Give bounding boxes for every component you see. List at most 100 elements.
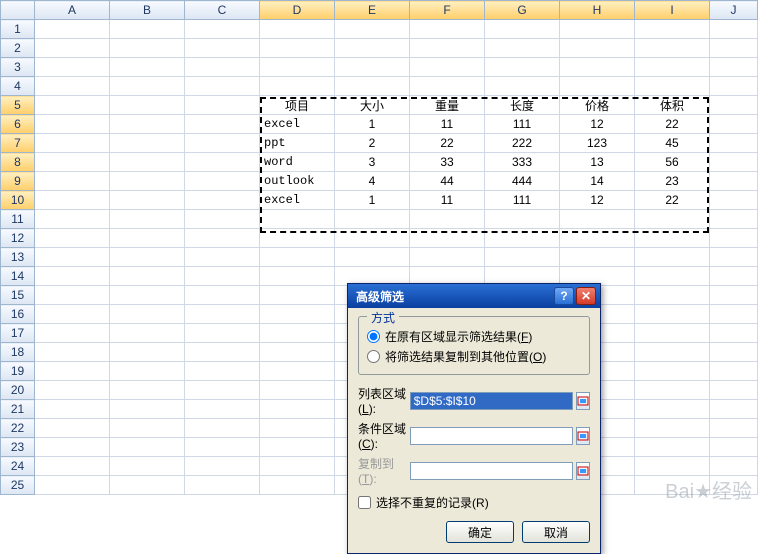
cell-C16[interactable] bbox=[185, 305, 260, 324]
cell-F7[interactable]: 22 bbox=[410, 134, 485, 153]
cell-I4[interactable] bbox=[635, 77, 710, 96]
cell-C10[interactable] bbox=[185, 191, 260, 210]
cell-B25[interactable] bbox=[110, 476, 185, 495]
cell-A23[interactable] bbox=[35, 438, 110, 457]
cell-D12[interactable] bbox=[260, 229, 335, 248]
cell-I8[interactable]: 56 bbox=[635, 153, 710, 172]
row-header-17[interactable]: 17 bbox=[1, 324, 35, 343]
cell-C5[interactable] bbox=[185, 96, 260, 115]
cell-B1[interactable] bbox=[110, 20, 185, 39]
cell-J8[interactable] bbox=[710, 153, 758, 172]
cell-D7[interactable]: ppt bbox=[260, 134, 335, 153]
unique-records-checkbox[interactable] bbox=[358, 496, 371, 509]
cell-C4[interactable] bbox=[185, 77, 260, 96]
cell-A24[interactable] bbox=[35, 457, 110, 476]
row-header-4[interactable]: 4 bbox=[1, 77, 35, 96]
row-header-16[interactable]: 16 bbox=[1, 305, 35, 324]
cell-A17[interactable] bbox=[35, 324, 110, 343]
cell-B19[interactable] bbox=[110, 362, 185, 381]
cell-D25[interactable] bbox=[260, 476, 335, 495]
cell-J6[interactable] bbox=[710, 115, 758, 134]
cell-C13[interactable] bbox=[185, 248, 260, 267]
cell-G11[interactable] bbox=[485, 210, 560, 229]
cell-C7[interactable] bbox=[185, 134, 260, 153]
cell-B24[interactable] bbox=[110, 457, 185, 476]
cell-I2[interactable] bbox=[635, 39, 710, 58]
cell-A8[interactable] bbox=[35, 153, 110, 172]
radio-filter-inplace[interactable]: 在原有区域显示筛选结果(F) bbox=[367, 328, 581, 345]
row-header-13[interactable]: 13 bbox=[1, 248, 35, 267]
cell-E13[interactable] bbox=[335, 248, 410, 267]
row-header-24[interactable]: 24 bbox=[1, 457, 35, 476]
cell-J25[interactable] bbox=[710, 476, 758, 495]
cell-B5[interactable] bbox=[110, 96, 185, 115]
cell-G8[interactable]: 333 bbox=[485, 153, 560, 172]
cell-E6[interactable]: 1 bbox=[335, 115, 410, 134]
radio-filter-inplace-input[interactable] bbox=[367, 330, 380, 343]
cell-A25[interactable] bbox=[35, 476, 110, 495]
cell-A21[interactable] bbox=[35, 400, 110, 419]
cell-H8[interactable]: 13 bbox=[560, 153, 635, 172]
cell-F4[interactable] bbox=[410, 77, 485, 96]
cell-B16[interactable] bbox=[110, 305, 185, 324]
cell-I23[interactable] bbox=[635, 438, 710, 457]
cell-I6[interactable]: 22 bbox=[635, 115, 710, 134]
cell-I7[interactable]: 45 bbox=[635, 134, 710, 153]
row-header-2[interactable]: 2 bbox=[1, 39, 35, 58]
cell-A5[interactable] bbox=[35, 96, 110, 115]
cell-F8[interactable]: 33 bbox=[410, 153, 485, 172]
cell-C25[interactable] bbox=[185, 476, 260, 495]
row-header-12[interactable]: 12 bbox=[1, 229, 35, 248]
cell-D19[interactable] bbox=[260, 362, 335, 381]
cell-D24[interactable] bbox=[260, 457, 335, 476]
cell-B9[interactable] bbox=[110, 172, 185, 191]
row-header-6[interactable]: 6 bbox=[1, 115, 35, 134]
cell-F11[interactable] bbox=[410, 210, 485, 229]
cell-G5[interactable]: 长度 bbox=[485, 96, 560, 115]
cell-J9[interactable] bbox=[710, 172, 758, 191]
cell-H6[interactable]: 12 bbox=[560, 115, 635, 134]
cell-B8[interactable] bbox=[110, 153, 185, 172]
cell-D10[interactable]: excel bbox=[260, 191, 335, 210]
cell-C15[interactable] bbox=[185, 286, 260, 305]
cell-I13[interactable] bbox=[635, 248, 710, 267]
cell-G3[interactable] bbox=[485, 58, 560, 77]
cell-I24[interactable] bbox=[635, 457, 710, 476]
cell-I3[interactable] bbox=[635, 58, 710, 77]
cell-F5[interactable]: 重量 bbox=[410, 96, 485, 115]
row-header-9[interactable]: 9 bbox=[1, 172, 35, 191]
cell-D17[interactable] bbox=[260, 324, 335, 343]
cell-G2[interactable] bbox=[485, 39, 560, 58]
cell-I25[interactable] bbox=[635, 476, 710, 495]
cell-G1[interactable] bbox=[485, 20, 560, 39]
col-header-C[interactable]: C bbox=[185, 1, 260, 20]
cell-C19[interactable] bbox=[185, 362, 260, 381]
col-header-J[interactable]: J bbox=[710, 1, 758, 20]
cell-A3[interactable] bbox=[35, 58, 110, 77]
cell-I17[interactable] bbox=[635, 324, 710, 343]
cell-J3[interactable] bbox=[710, 58, 758, 77]
cell-F10[interactable]: 11 bbox=[410, 191, 485, 210]
cell-J12[interactable] bbox=[710, 229, 758, 248]
cell-A1[interactable] bbox=[35, 20, 110, 39]
cell-A11[interactable] bbox=[35, 210, 110, 229]
cell-B7[interactable] bbox=[110, 134, 185, 153]
row-header-8[interactable]: 8 bbox=[1, 153, 35, 172]
cell-D5[interactable]: 项目 bbox=[260, 96, 335, 115]
cell-J21[interactable] bbox=[710, 400, 758, 419]
cell-D3[interactable] bbox=[260, 58, 335, 77]
cell-A15[interactable] bbox=[35, 286, 110, 305]
cell-C22[interactable] bbox=[185, 419, 260, 438]
cell-B6[interactable] bbox=[110, 115, 185, 134]
col-header-E[interactable]: E bbox=[335, 1, 410, 20]
cell-D18[interactable] bbox=[260, 343, 335, 362]
cell-D9[interactable]: outlook bbox=[260, 172, 335, 191]
cell-C11[interactable] bbox=[185, 210, 260, 229]
cell-F13[interactable] bbox=[410, 248, 485, 267]
row-header-15[interactable]: 15 bbox=[1, 286, 35, 305]
cell-A2[interactable] bbox=[35, 39, 110, 58]
cell-A10[interactable] bbox=[35, 191, 110, 210]
cell-A22[interactable] bbox=[35, 419, 110, 438]
cell-C20[interactable] bbox=[185, 381, 260, 400]
cell-A6[interactable] bbox=[35, 115, 110, 134]
